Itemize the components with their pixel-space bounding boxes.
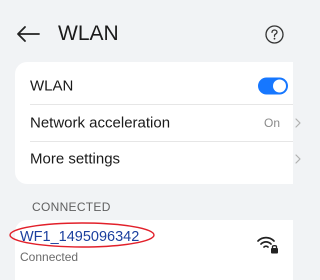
more-settings-label: More settings — [30, 150, 121, 168]
arrow-left-icon — [17, 26, 40, 42]
connected-section-header: CONNECTED — [32, 200, 111, 214]
help-button[interactable] — [265, 25, 284, 44]
more-settings-row[interactable]: More settings — [15, 141, 301, 177]
wlan-row[interactable]: WLAN — [15, 68, 293, 104]
page-title: WLAN — [58, 22, 119, 45]
network-acceleration-row[interactable]: Network acceleration On — [15, 105, 301, 141]
network-acceleration-value: On — [264, 116, 281, 130]
network-acceleration-label: Network acceleration — [30, 114, 171, 132]
chevron-right-icon — [295, 154, 301, 164]
wlan-label: WLAN — [30, 77, 74, 95]
network-status: Connected — [20, 250, 79, 264]
settings-card: WLAN Network acceleration On More settin… — [15, 62, 301, 184]
toggle-knob — [273, 79, 286, 93]
annotation-ellipse — [9, 222, 155, 248]
wifi-locked-icon[interactable] — [256, 233, 280, 255]
back-button[interactable] — [14, 22, 42, 46]
question-circle-icon — [265, 25, 284, 44]
wlan-toggle[interactable] — [258, 77, 288, 95]
chevron-right-icon — [295, 118, 301, 128]
app-header: WLAN — [0, 0, 293, 70]
